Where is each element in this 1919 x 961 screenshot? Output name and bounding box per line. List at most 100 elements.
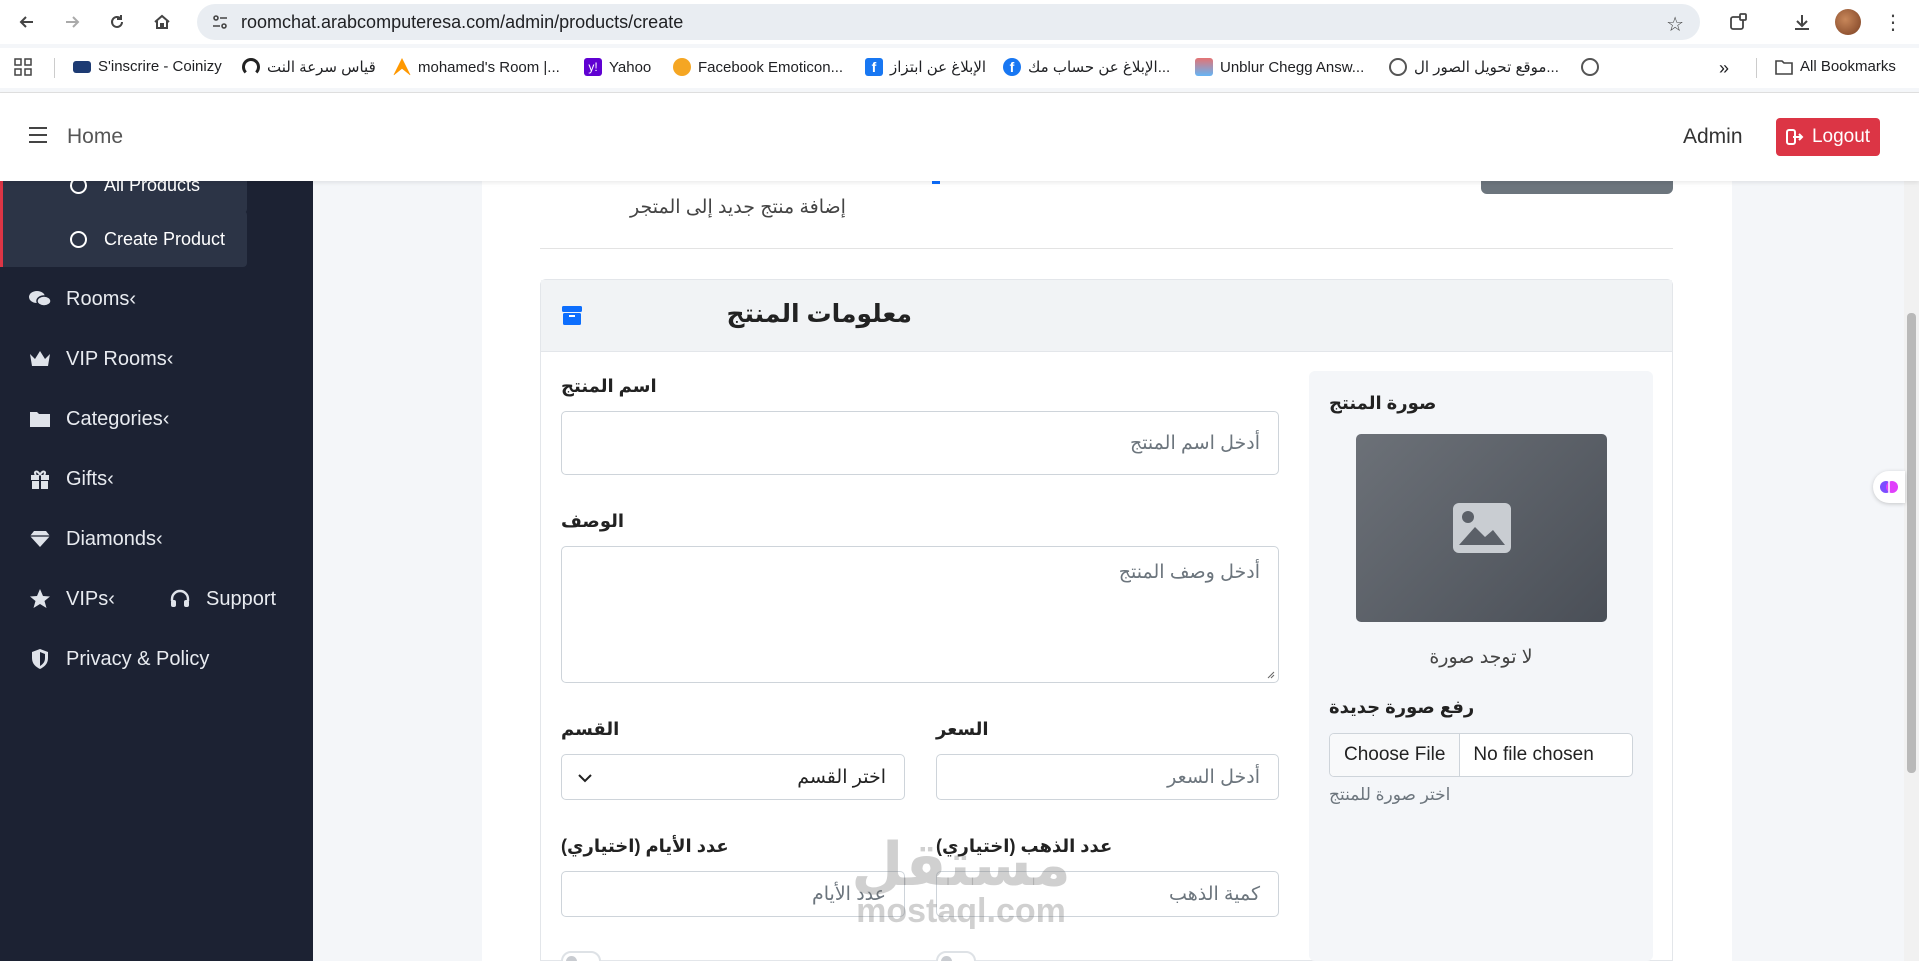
price-input[interactable]: أدخل السعر xyxy=(936,754,1279,800)
sidebar-subitem-label: Create Product xyxy=(104,228,226,249)
bookmark-item[interactable]: y! Yahoo xyxy=(584,58,651,76)
admin-user-label[interactable]: Admin xyxy=(1683,125,1743,149)
bookmark-label: S'inscrire - Coinizy xyxy=(98,58,222,75)
reload-icon[interactable] xyxy=(106,11,128,33)
bookmark-item[interactable]: Facebook Emoticon... xyxy=(673,58,843,76)
choose-file-button[interactable]: Choose File xyxy=(1330,734,1461,776)
extensions-icon[interactable] xyxy=(1727,11,1749,33)
gold-input[interactable]: كمية الذهب xyxy=(936,871,1279,917)
days-input[interactable]: عدد الأيام xyxy=(561,871,905,917)
file-input[interactable]: Choose File No file chosen xyxy=(1329,733,1633,777)
product-name-input[interactable]: أدخل اسم المنتج xyxy=(561,411,1279,475)
resize-grip-icon[interactable] xyxy=(1267,671,1275,679)
sidebar-item-vips[interactable]: VIPs‹ xyxy=(28,587,115,611)
bookmark-item[interactable] xyxy=(1581,58,1599,76)
chevron-left-icon: ‹ xyxy=(166,347,174,370)
books-icon xyxy=(1195,58,1213,76)
site-info-icon[interactable] xyxy=(211,13,229,36)
folder-icon xyxy=(1775,59,1793,75)
all-bookmarks[interactable]: All Bookmarks xyxy=(1775,58,1896,75)
description-label: الوصف xyxy=(561,511,625,531)
app-header: Home Admin Logout xyxy=(0,93,1919,181)
sidebar-item-label: Gifts xyxy=(66,467,108,490)
brain-extension-icon[interactable] xyxy=(1873,471,1905,503)
star-icon[interactable]: ☆ xyxy=(1666,12,1684,37)
home-icon[interactable] xyxy=(151,11,173,33)
bookmark-item[interactable]: قياس سرعة النت xyxy=(242,58,376,76)
sidebar-item-support[interactable]: Support xyxy=(168,587,276,611)
circle-icon xyxy=(70,181,87,194)
logout-label: Logout xyxy=(1811,126,1871,147)
category-select[interactable]: اختر القسم xyxy=(561,754,905,800)
sidebar-item-rooms[interactable]: Rooms‹ xyxy=(28,287,136,311)
scrollbar-thumb[interactable] xyxy=(1907,313,1916,773)
no-image-text: لا توجد صورة xyxy=(1429,647,1533,668)
menu-kebab-icon[interactable]: ⋮ xyxy=(1882,11,1904,34)
apps-icon[interactable] xyxy=(14,58,32,76)
circle-icon xyxy=(70,230,87,248)
toggle-switch[interactable] xyxy=(936,951,976,961)
download-icon[interactable] xyxy=(1791,11,1813,33)
sidebar-item-categories[interactable]: Categories‹ xyxy=(28,407,169,431)
no-file-text: No file chosen xyxy=(1473,744,1594,765)
bookmark-item[interactable]: S'inscrire - Coinizy xyxy=(73,58,222,75)
bookmark-item[interactable]: f الإبلاغ عن حساب مك... xyxy=(1003,58,1170,76)
bookmark-separator xyxy=(1756,58,1757,78)
room-icon xyxy=(393,58,411,76)
page-subtitle: إضافة منتج جديد إلى المتجر xyxy=(630,197,846,218)
more-bookmarks-icon[interactable]: » xyxy=(1719,58,1729,79)
bookmark-label: Facebook Emoticon... xyxy=(698,58,844,76)
back-button[interactable] xyxy=(1481,181,1673,194)
sidebar-subitem-create-product[interactable]: Create Product xyxy=(0,211,247,267)
section-header: معلومات المنتج xyxy=(541,280,1672,352)
price-label: السعر xyxy=(936,719,989,739)
hamburger-menu-icon[interactable] xyxy=(29,127,47,143)
url-text: roomchat.arabcomputeresa.com/admin/produ… xyxy=(241,11,684,32)
bookmarks-bar: S'inscrire - Coinizy قياس سرعة النت moha… xyxy=(0,48,1919,88)
forward-icon[interactable] xyxy=(61,11,83,33)
name-label: اسم المنتج xyxy=(561,376,657,396)
bookmark-item[interactable]: f الإبلاغ عن ابتزاز xyxy=(865,58,986,76)
days-placeholder: عدد الأيام xyxy=(811,883,886,905)
sidebar-item-diamonds[interactable]: Diamonds‹ xyxy=(28,527,163,551)
chevron-left-icon: ‹ xyxy=(129,287,137,310)
toggle-switch[interactable] xyxy=(561,951,601,961)
facebook-icon: f xyxy=(1003,58,1021,76)
description-textarea[interactable]: أدخل وصف المنتج xyxy=(561,546,1279,683)
sidebar-item-gifts[interactable]: Gifts‹ xyxy=(28,467,114,491)
sidebar: All Products Create Product Rooms‹ VIP R… xyxy=(0,181,313,961)
logout-button[interactable]: Logout xyxy=(1776,118,1880,156)
bookmark-label: Yahoo xyxy=(609,58,652,76)
back-icon[interactable] xyxy=(16,11,38,33)
bookmark-label: Unblur Chegg Answ... xyxy=(1220,58,1365,76)
bookmark-label: موقع تحويل الصور ال... xyxy=(1414,59,1559,76)
sidebar-item-vip-rooms[interactable]: VIP Rooms‹ xyxy=(28,347,173,371)
bookmark-item[interactable]: mohamed's Room |... xyxy=(393,58,560,76)
bookmark-label: mohamed's Room |... xyxy=(418,58,560,76)
bookmark-item[interactable]: Unblur Chegg Answ... xyxy=(1195,58,1364,76)
sidebar-item-privacy[interactable]: Privacy & Policy xyxy=(28,647,209,671)
yahoo-icon: y! xyxy=(584,58,602,76)
chevron-down-icon xyxy=(578,774,592,783)
chevron-left-icon: ‹ xyxy=(108,587,115,610)
profile-avatar[interactable] xyxy=(1835,9,1861,35)
sidebar-item-label: Categories xyxy=(66,407,163,430)
browser-toolbar: roomchat.arabcomputeresa.com/admin/produ… xyxy=(0,0,1919,44)
description-placeholder: أدخل وصف المنتج xyxy=(1118,562,1260,583)
sidebar-item-label: Rooms xyxy=(66,287,130,310)
sidebar-subitem-all-products[interactable]: All Products xyxy=(0,181,247,213)
days-label: عدد الأيام (اختياري) xyxy=(561,836,729,856)
price-placeholder: أدخل السعر xyxy=(1167,766,1260,788)
address-bar[interactable]: roomchat.arabcomputeresa.com/admin/produ… xyxy=(197,4,1700,40)
gem-icon xyxy=(28,527,52,551)
image-label: صورة المنتج xyxy=(1329,393,1437,413)
bookmark-item[interactable]: موقع تحويل الصور ال... xyxy=(1389,58,1559,76)
sidebar-item-label: Privacy & Policy xyxy=(66,647,210,670)
image-help-text: اختر صورة للمنتج xyxy=(1329,785,1451,804)
home-link[interactable]: Home xyxy=(67,125,123,149)
headset-icon xyxy=(168,587,192,611)
gift-icon xyxy=(28,467,52,491)
all-bookmarks-label: All Bookmarks xyxy=(1800,58,1896,75)
folder-icon xyxy=(28,407,52,431)
card-icon xyxy=(73,60,91,73)
